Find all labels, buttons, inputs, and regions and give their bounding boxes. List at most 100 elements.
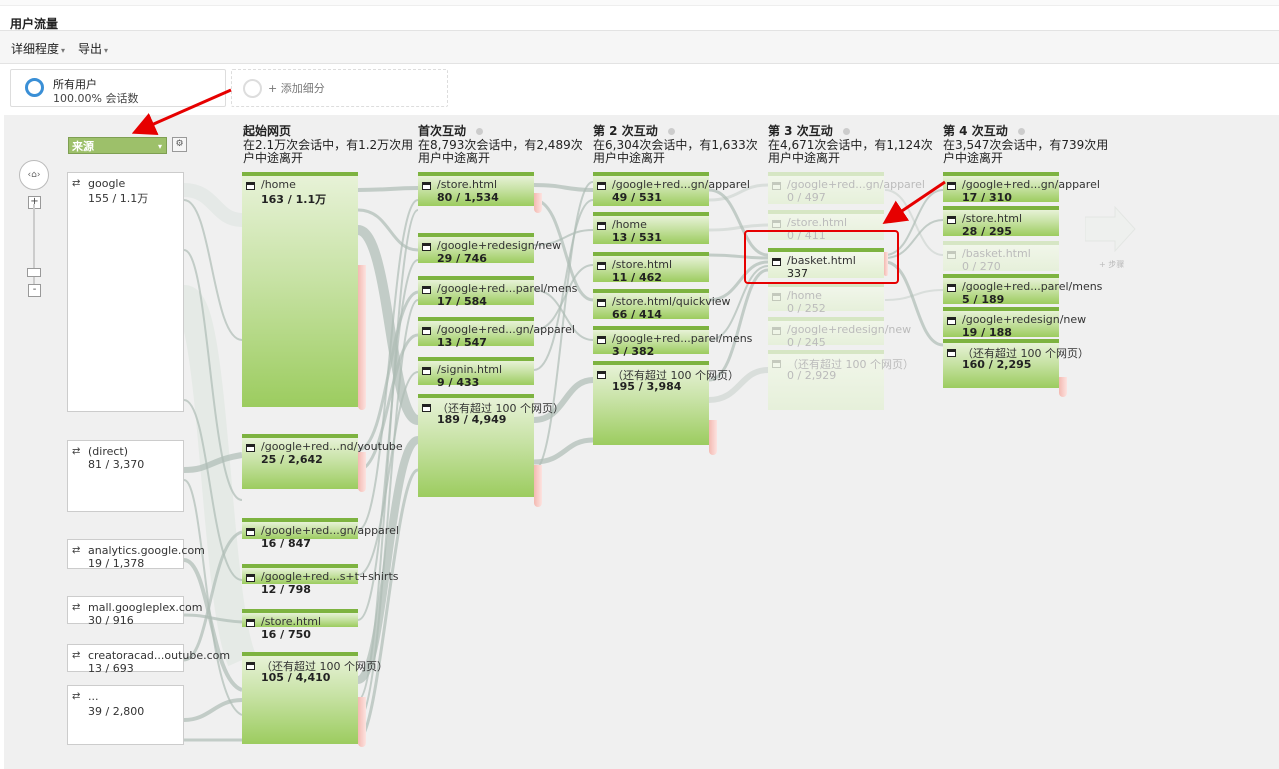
swap-arrows-icon: ⇄ xyxy=(72,602,81,613)
source-dimension-label: 来源 xyxy=(72,140,94,153)
gear-icon[interactable]: ⚙ xyxy=(172,137,187,152)
swap-arrows-icon: ⇄ xyxy=(72,691,81,702)
column-header-1: 首次互动 在8,793次会话中，有2,489次用户中途离开 xyxy=(418,124,593,165)
source-node[interactable]: ⇄ creatoracad...outube.com 13 / 693 xyxy=(67,644,230,675)
column-option-icon[interactable] xyxy=(842,128,850,135)
node-value: 16 / 750 xyxy=(261,628,311,641)
node-label: /google+red...parel/mens xyxy=(962,280,1103,293)
column-option-icon[interactable] xyxy=(1017,128,1025,135)
page-node[interactable]: /store.html 28 / 295 xyxy=(943,206,1059,238)
table-icon xyxy=(597,222,606,230)
page-node[interactable]: /home 0 / 252 xyxy=(768,283,884,315)
node-value: 5 / 189 xyxy=(962,293,1005,306)
column-subtitle: 在2.1万次会话中，有1.2万次用户中途离开 xyxy=(243,138,414,165)
node-value: 0 / 497 xyxy=(787,191,826,204)
dropoff-bar xyxy=(358,265,366,410)
page-node[interactable]: /home 163 / 1.1万 xyxy=(242,172,358,407)
next-step-arrow-icon[interactable] xyxy=(1085,205,1137,255)
node-value: 17 / 584 xyxy=(437,295,487,308)
column-subtitle: 在8,793次会话中，有2,489次用户中途离开 xyxy=(418,138,583,165)
node-label: /store.html xyxy=(787,216,848,229)
dropoff-bar xyxy=(534,465,542,507)
table-icon xyxy=(947,182,956,190)
node-value: 28 / 295 xyxy=(962,225,1012,238)
node-label: /home xyxy=(612,218,647,231)
node-label: /store.html xyxy=(612,258,673,271)
page-node[interactable]: /signin.html 9 / 433 xyxy=(418,357,534,389)
node-value: 19 / 188 xyxy=(962,326,1012,339)
next-step-label[interactable]: + 步骤 xyxy=(1099,259,1124,270)
page-node[interactable]: /store.html 80 / 1,534 xyxy=(418,172,534,206)
page-node[interactable]: /store.html 11 / 462 xyxy=(593,252,709,284)
node-label: /store.html xyxy=(962,212,1023,225)
table-icon xyxy=(246,182,255,190)
column-title: 起始网页 xyxy=(243,124,292,138)
source-dimension-select[interactable]: 来源 ▾ xyxy=(68,137,167,154)
column-header-3: 第 3 次互动 在4,671次会话中，有1,124次用户中途离开 xyxy=(768,124,943,165)
page-node[interactable]: /google+red...gn/apparel 49 / 531 xyxy=(593,172,750,206)
page-node[interactable]: /google+redesign/new 29 / 746 xyxy=(418,233,561,265)
page-node[interactable]: /store.html/quickview 66 / 414 xyxy=(593,289,731,321)
column-header-2: 第 2 次互动 在6,304次会话中，有1,633次用户中途离开 xyxy=(593,124,768,165)
source-node[interactable]: ⇄ analytics.google.com 19 / 1,378 xyxy=(67,539,205,570)
node-label: /signin.html xyxy=(437,363,503,376)
page-node[interactable]: /basket.html 0 / 270 xyxy=(943,241,1059,273)
zoom-out-button[interactable]: - xyxy=(28,284,41,297)
source-node[interactable]: ⇄ mall.googleplex.com 30 / 916 xyxy=(67,596,202,627)
page-node[interactable]: /google+redesign/new 0 / 245 xyxy=(768,317,911,349)
source-node[interactable]: ⇄ ... 39 / 2,800 xyxy=(67,685,184,745)
page-node[interactable]: /google+red...nd/youtube 25 / 2,642 xyxy=(242,434,403,489)
node-label: /basket.html xyxy=(962,247,1031,260)
node-value: 0 / 245 xyxy=(787,336,826,349)
dropoff-bar xyxy=(358,697,366,747)
source-node[interactable]: ⇄ google 155 / 1.1万 xyxy=(67,172,184,412)
page-node[interactable]: /google+red...parel/mens 3 / 382 xyxy=(593,326,752,358)
page-node[interactable]: /home 13 / 531 xyxy=(593,212,709,244)
page-node[interactable]: （还有超过 100 个网页） 0 / 2,929 xyxy=(768,350,914,410)
node-label: /google+red...gn/apparel xyxy=(612,178,750,191)
page-node[interactable]: （还有超过 100 个网页） 160 / 2,295 xyxy=(943,339,1089,388)
page-node[interactable]: /google+red...s+t+shirts 12 / 798 xyxy=(242,564,399,596)
dropoff-bar xyxy=(709,420,717,455)
source-value: 30 / 916 xyxy=(88,614,134,627)
node-value: 0 / 252 xyxy=(787,302,826,315)
node-label: /google+redesign/new xyxy=(437,239,562,252)
node-value: 66 / 414 xyxy=(612,308,662,321)
table-icon xyxy=(772,220,781,228)
table-icon xyxy=(246,574,255,582)
source-label: mall.googleplex.com xyxy=(88,601,203,614)
page-node[interactable]: （还有超过 100 个网页） 189 / 4,949 xyxy=(418,394,564,497)
column-subtitle: 在4,671次会话中，有1,124次用户中途离开 xyxy=(768,138,933,165)
pan-home-icon[interactable]: ‹⌂› xyxy=(19,160,49,190)
page-node[interactable]: /google+red...gn/apparel 13 / 547 xyxy=(418,317,575,349)
column-option-icon[interactable] xyxy=(476,128,484,135)
zoom-slider-handle[interactable] xyxy=(27,268,41,277)
table-icon xyxy=(772,293,781,301)
page-node[interactable]: （还有超过 100 个网页） 105 / 4,410 xyxy=(242,652,388,744)
column-option-icon[interactable] xyxy=(667,128,675,135)
page-node[interactable]: /google+red...gn/apparel 16 / 847 xyxy=(242,518,399,550)
source-value: 39 / 2,800 xyxy=(88,705,145,718)
node-value: 16 / 847 xyxy=(261,537,311,550)
page-node[interactable]: （还有超过 100 个网页） 195 / 3,984 xyxy=(593,361,739,445)
page-node[interactable]: /google+red...parel/mens 17 / 584 xyxy=(418,276,577,308)
node-value: 195 / 3,984 xyxy=(612,380,682,393)
page-node[interactable]: /google+red...gn/apparel 17 / 310 xyxy=(943,172,1100,204)
swap-arrows-icon: ⇄ xyxy=(72,545,81,556)
page-node[interactable]: /google+red...parel/mens 5 / 189 xyxy=(943,274,1102,306)
page-node[interactable]: /google+red...gn/apparel 0 / 497 xyxy=(768,172,925,204)
page-node[interactable]: /store.html 16 / 750 xyxy=(242,609,358,641)
column-header-start: 起始网页 在2.1万次会话中，有1.2万次用户中途离开 xyxy=(243,124,418,165)
page-node[interactable]: /google+redesign/new 19 / 188 xyxy=(943,307,1086,339)
node-label: /google+redesign/new xyxy=(962,313,1087,326)
node-label: /google+red...gn/apparel xyxy=(787,178,925,191)
table-icon xyxy=(597,262,606,270)
node-value: 13 / 547 xyxy=(437,336,487,349)
table-icon xyxy=(947,317,956,325)
node-label: /store.html xyxy=(261,615,322,628)
table-icon xyxy=(422,243,431,251)
table-icon xyxy=(947,251,956,259)
node-label: /google+red...s+t+shirts xyxy=(261,570,399,583)
source-node[interactable]: ⇄ (direct) 81 / 3,370 xyxy=(67,440,184,512)
node-value: 17 / 310 xyxy=(962,191,1012,204)
